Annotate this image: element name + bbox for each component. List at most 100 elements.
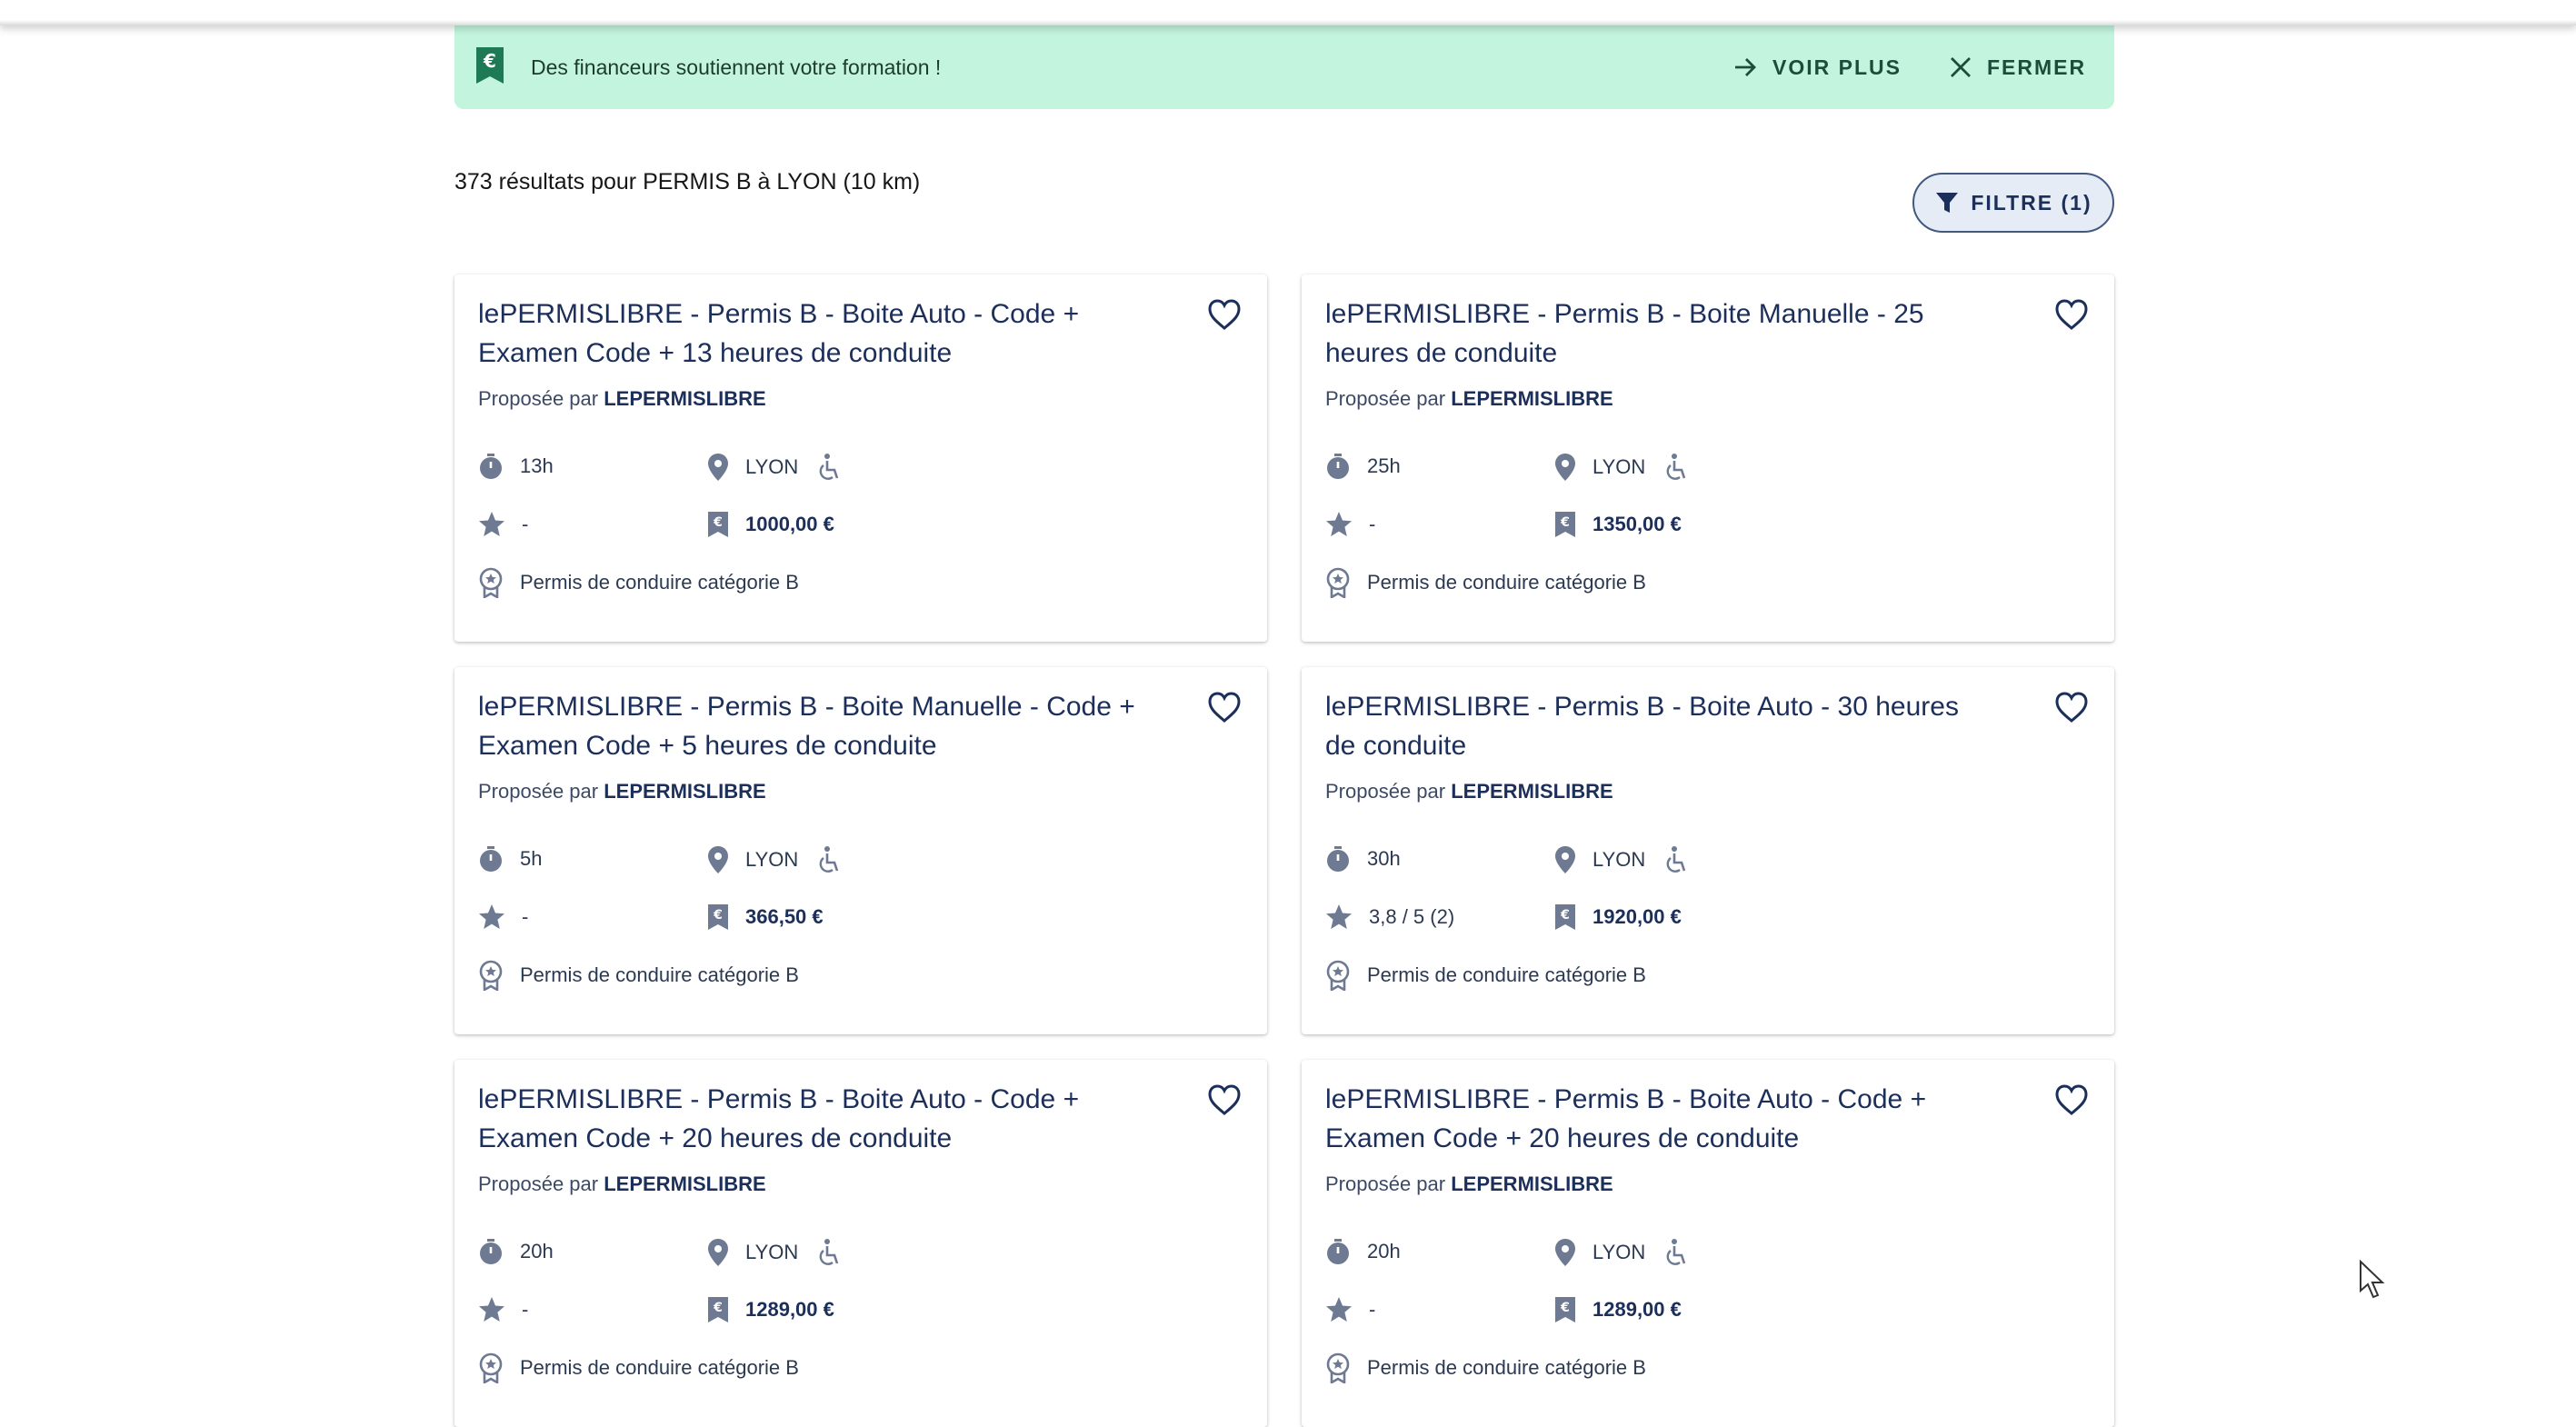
training-card[interactable]: lePERMISLIBRE - Permis B - Boite Auto - … [454, 274, 1267, 642]
map-pin-icon [1555, 1239, 1575, 1266]
location: LYON [707, 1238, 856, 1267]
location: LYON [1554, 453, 1703, 482]
heart-icon[interactable] [1207, 691, 1242, 723]
training-card[interactable]: lePERMISLIBRE - Permis B - Boite Manuell… [454, 667, 1267, 1034]
price: € 1289,00 € [1554, 1296, 1682, 1323]
provider-name: LEPERMISLIBRE [1451, 780, 1613, 803]
certification: Permis de conduire catégorie B [1325, 960, 1646, 991]
duration: 20h [478, 1238, 554, 1265]
svg-text:€: € [713, 1301, 723, 1315]
location-value: LYON [1593, 1241, 1646, 1263]
wheelchair-icon [819, 1239, 839, 1265]
certification-value: Permis de conduire catégorie B [1367, 963, 1646, 986]
banner-message: Des financeurs soutiennent votre formati… [531, 55, 942, 79]
price-value: 1350,00 € [1593, 513, 1682, 535]
star-icon [479, 904, 504, 929]
wheelchair-icon [819, 846, 839, 873]
euro-tag-icon: € [708, 904, 728, 930]
rating-value: 3,8 / 5 (2) [1369, 905, 1455, 928]
award-icon [1326, 567, 1350, 598]
rating: - [1325, 1296, 1375, 1323]
euro-bookmark-icon: € [474, 45, 505, 85]
map-pin-icon [708, 846, 728, 873]
award-icon [479, 1352, 503, 1383]
results-summary: 373 résultats pour PERMIS B à LYON (10 k… [454, 169, 921, 195]
certification-value: Permis de conduire catégorie B [520, 963, 799, 986]
location-value: LYON [1593, 848, 1646, 871]
svg-text:€: € [713, 515, 723, 530]
training-card[interactable]: lePERMISLIBRE - Permis B - Boite Auto - … [1302, 1060, 2114, 1427]
provider-prefix: Proposée par [1325, 387, 1446, 410]
star-icon [1326, 1297, 1352, 1322]
training-card[interactable]: lePERMISLIBRE - Permis B - Boite Manuell… [1302, 274, 2114, 642]
provider-line: Proposée par LEPERMISLIBRE [1325, 1173, 1613, 1196]
training-title[interactable]: lePERMISLIBRE - Permis B - Boite Auto - … [478, 1080, 1142, 1158]
filter-button[interactable]: FILTRE (1) [1912, 173, 2114, 233]
price: € 366,50 € [707, 903, 824, 931]
duration: 5h [478, 845, 542, 873]
wheelchair-icon [1666, 454, 1686, 480]
euro-tag-icon: € [708, 512, 728, 537]
svg-text:€: € [483, 50, 496, 72]
provider-line: Proposée par LEPERMISLIBRE [478, 387, 766, 411]
provider-name: LEPERMISLIBRE [604, 387, 766, 410]
training-title[interactable]: lePERMISLIBRE - Permis B - Boite Auto - … [478, 294, 1142, 373]
duration-value: 13h [520, 454, 554, 477]
duration: 30h [1325, 845, 1401, 873]
voir-plus-button[interactable]: VOIR PLUS [1732, 25, 1902, 109]
timer-icon [1327, 454, 1349, 479]
duration: 25h [1325, 453, 1401, 480]
wheelchair-icon [819, 454, 839, 480]
fermer-button[interactable]: FERMER [1949, 25, 2086, 109]
euro-tag-icon: € [1555, 512, 1575, 537]
price-value: 1920,00 € [1593, 905, 1682, 928]
rating-value: - [1369, 513, 1376, 535]
rating: - [1325, 511, 1375, 538]
heart-icon[interactable] [1207, 298, 1242, 331]
timer-icon [480, 1239, 502, 1264]
training-card[interactable]: lePERMISLIBRE - Permis B - Boite Auto - … [454, 1060, 1267, 1427]
heart-icon[interactable] [2054, 1083, 2089, 1116]
award-icon [1326, 960, 1350, 991]
provider-line: Proposée par LEPERMISLIBRE [478, 1173, 766, 1196]
duration: 20h [1325, 1238, 1401, 1265]
price: € 1289,00 € [707, 1296, 834, 1323]
certification: Permis de conduire catégorie B [1325, 1352, 1646, 1383]
training-title[interactable]: lePERMISLIBRE - Permis B - Boite Manuell… [478, 687, 1142, 765]
provider-line: Proposée par LEPERMISLIBRE [1325, 780, 1613, 803]
timer-icon [1327, 846, 1349, 872]
training-card[interactable]: lePERMISLIBRE - Permis B - Boite Auto - … [1302, 667, 2114, 1034]
location-value: LYON [1593, 455, 1646, 478]
map-pin-icon [708, 454, 728, 481]
training-title[interactable]: lePERMISLIBRE - Permis B - Boite Auto - … [1325, 1080, 1989, 1158]
timer-icon [480, 454, 502, 479]
price: € 1000,00 € [707, 511, 834, 538]
wheelchair-icon [1666, 846, 1686, 873]
map-pin-icon [1555, 454, 1575, 481]
certification: Permis de conduire catégorie B [478, 567, 799, 598]
location: LYON [707, 845, 856, 874]
euro-tag-icon: € [708, 1297, 728, 1322]
heart-icon[interactable] [1207, 1083, 1242, 1116]
wheelchair-icon [1666, 1239, 1686, 1265]
provider-name: LEPERMISLIBRE [1451, 1173, 1613, 1195]
rating-value: - [1369, 1298, 1376, 1321]
provider-line: Proposée par LEPERMISLIBRE [478, 780, 766, 803]
certification-value: Permis de conduire catégorie B [520, 571, 799, 594]
euro-tag-icon: € [1555, 904, 1575, 930]
training-title[interactable]: lePERMISLIBRE - Permis B - Boite Manuell… [1325, 294, 1989, 373]
duration-value: 25h [1367, 454, 1401, 477]
certification-value: Permis de conduire catégorie B [520, 1356, 799, 1379]
training-title[interactable]: lePERMISLIBRE - Permis B - Boite Auto - … [1325, 687, 1989, 765]
heart-icon[interactable] [2054, 298, 2089, 331]
timer-icon [1327, 1239, 1349, 1264]
duration-value: 20h [520, 1240, 554, 1262]
duration: 13h [478, 453, 554, 480]
price-value: 1289,00 € [745, 1298, 834, 1321]
fermer-label: FERMER [1987, 55, 2087, 79]
provider-prefix: Proposée par [478, 780, 599, 803]
rating: - [478, 903, 528, 931]
heart-icon[interactable] [2054, 691, 2089, 723]
filter-label: FILTRE (1) [1971, 190, 2092, 215]
provider-prefix: Proposée par [478, 387, 599, 410]
